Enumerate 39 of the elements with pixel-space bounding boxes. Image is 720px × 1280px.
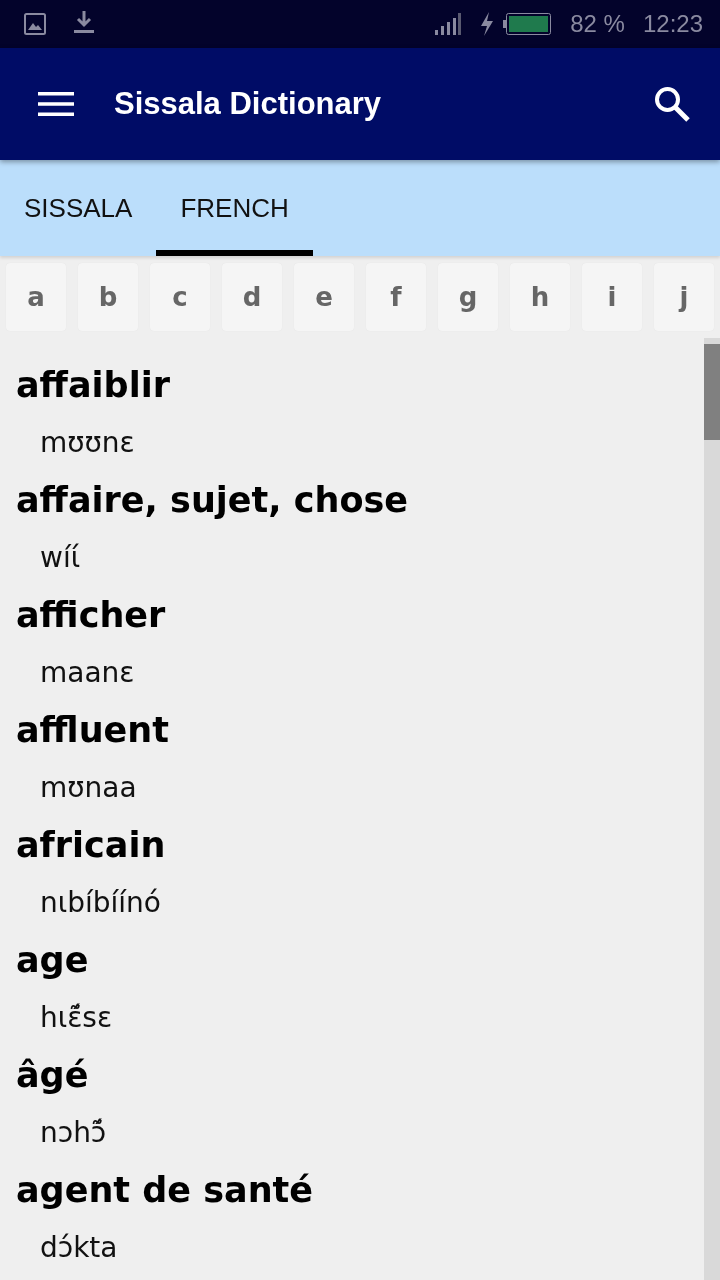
headword[interactable]: africain: [0, 817, 166, 873]
charging-bolt-icon: [479, 12, 496, 36]
letter-button[interactable]: g: [438, 263, 498, 331]
letter-button[interactable]: a: [6, 263, 66, 331]
letter-button[interactable]: c: [150, 263, 210, 331]
headword[interactable]: affluent: [0, 702, 169, 758]
translation: nɩbíbíínó: [39, 885, 161, 921]
clock-time: 12:23: [642, 10, 703, 38]
translation: dɔ́kta: [39, 1230, 118, 1266]
letter-button[interactable]: d: [222, 263, 282, 331]
app-title: Sissala Dictionary: [114, 85, 383, 123]
download-icon: [72, 10, 96, 34]
translation: mʊʊnɛ: [39, 425, 135, 461]
letter-button[interactable]: h: [510, 263, 570, 331]
headword[interactable]: agent de santé: [0, 1162, 314, 1218]
translation: hɩɛ̃́sɛ: [39, 1000, 113, 1036]
letter-button[interactable]: i: [582, 263, 642, 331]
translation: wíɩ́: [39, 540, 81, 576]
headword[interactable]: affaire, sujet, chose: [0, 472, 409, 528]
scrollbar-thumb[interactable]: [704, 344, 720, 440]
translation: mʊnaa: [39, 770, 137, 806]
headword[interactable]: âgé: [0, 1047, 89, 1103]
headword[interactable]: affaiblir: [0, 357, 170, 413]
letter-button[interactable]: e: [294, 263, 354, 331]
menu-icon[interactable]: [38, 92, 74, 116]
headword[interactable]: afficher: [0, 587, 166, 643]
letter-button[interactable]: f: [366, 263, 426, 331]
letter-button[interactable]: b: [78, 263, 138, 331]
battery-percentage: 82 %: [570, 10, 625, 38]
language-tab[interactable]: SISSALA: [0, 160, 157, 256]
headword[interactable]: age: [0, 932, 89, 988]
gallery-icon: [24, 13, 46, 35]
battery-icon: [503, 13, 552, 35]
translation: maanɛ: [39, 655, 135, 691]
letter-button[interactable]: j: [654, 263, 714, 331]
translation: nɔhɔ̃́: [39, 1115, 107, 1151]
signal-icon: [435, 13, 462, 35]
scrollbar-track[interactable]: [704, 338, 720, 1280]
search-icon[interactable]: [654, 86, 690, 122]
